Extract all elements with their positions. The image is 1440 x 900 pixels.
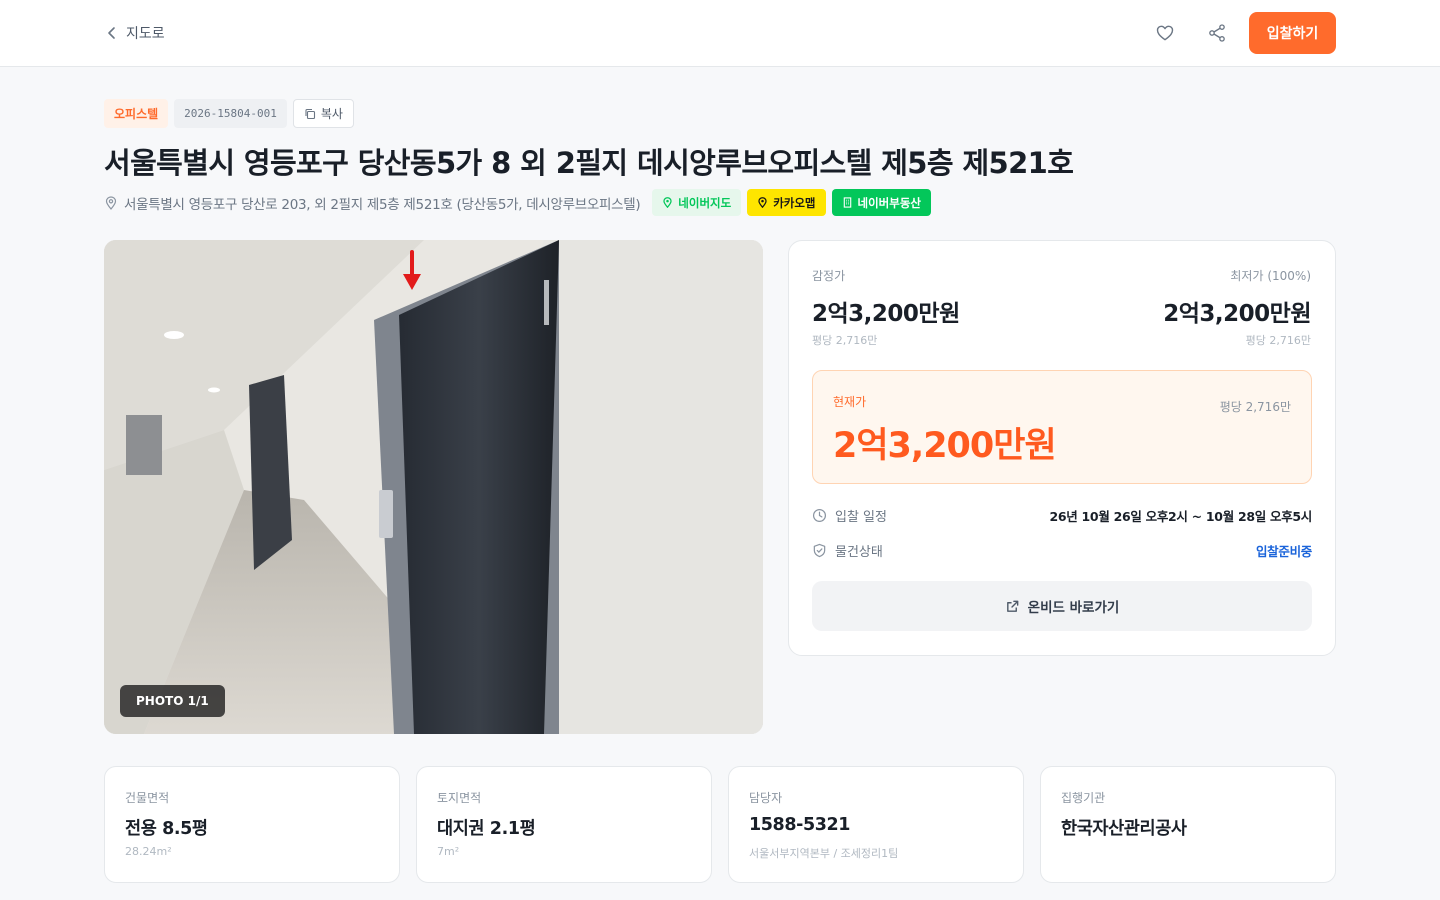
case-number: 2026-15804-001 — [174, 99, 287, 128]
hallway-photo-illustration — [104, 240, 763, 734]
address-row: 서울특별시 영등포구 당산로 203, 외 2필지 제5층 제521호 (당산동… — [104, 189, 931, 216]
back-to-map-link[interactable]: 지도로 — [104, 22, 165, 44]
status-row: 물건상태 입찰준비중 — [812, 540, 1312, 560]
card-value: 한국자산관리공사 — [1061, 819, 1187, 839]
copy-button[interactable]: 복사 — [292, 99, 354, 128]
card-subtext: 28.24m² — [125, 845, 172, 858]
current-price-box: 현재가 2억3,200만원 평당 2,716만 — [812, 370, 1312, 484]
card-value: 전용 8.5평 — [125, 819, 208, 839]
copy-label: 복사 — [320, 107, 343, 121]
bid-button[interactable]: 입찰하기 — [1249, 12, 1336, 54]
appraisal-value: 2억3,200만원 — [812, 301, 960, 327]
current-price-label: 현재가 — [833, 395, 867, 409]
chevron-left-icon — [108, 27, 115, 39]
favorite-button[interactable] — [1152, 20, 1178, 46]
current-price-value: 2억3,200만원 — [833, 426, 1057, 466]
external-link-icon — [1006, 600, 1019, 612]
building-area-card: 건물면적 전용 8.5평 28.24m² — [104, 766, 400, 883]
top-bar: 지도로 입찰하기 — [0, 0, 1440, 67]
card-value: 1588-5321 — [749, 815, 851, 835]
naver-map-label: 네이버지도 — [678, 195, 732, 210]
min-price-label: 최저가 (100%) — [1230, 269, 1311, 283]
back-label: 지도로 — [126, 26, 165, 42]
land-area-card: 토지면적 대지권 2.1평 7m² — [416, 766, 712, 883]
bid-schedule-value: 26년 10월 26일 오후2시 ~ 10월 28일 오후5시 — [1049, 508, 1312, 524]
naver-map-button[interactable]: 네이버지도 — [652, 189, 742, 216]
card-label: 건물면적 — [125, 791, 170, 805]
tag-row: 오피스텔 2026-15804-001 복사 — [104, 99, 354, 128]
copy-icon — [305, 108, 315, 119]
property-photo[interactable]: PHOTO 1/1 — [104, 240, 763, 734]
property-type-badge: 오피스텔 — [104, 99, 169, 128]
heart-icon — [1156, 25, 1174, 41]
price-card: 감정가 2억3,200만원 평당 2,716만 최저가 (100%) 2억3,2… — [788, 240, 1336, 656]
kakao-map-button[interactable]: 카카오맵 — [747, 189, 826, 216]
bid-schedule-label: 입찰 일정 — [835, 509, 887, 525]
card-label: 집행기관 — [1061, 791, 1106, 805]
building-icon — [843, 197, 851, 208]
naver-land-button[interactable]: 네이버부동산 — [831, 189, 931, 216]
clock-icon — [812, 508, 827, 522]
map-pin-icon — [758, 197, 767, 208]
address-text: 서울특별시 영등포구 당산로 203, 외 2필지 제5층 제521호 (당산동… — [124, 196, 641, 213]
agency-card: 집행기관 한국자산관리공사 — [1040, 766, 1336, 883]
onbid-link-button[interactable]: 온비드 바로가기 — [812, 581, 1312, 631]
map-pin-icon — [663, 197, 672, 208]
bid-schedule-row: 입찰 일정 26년 10월 26일 오후2시 ~ 10월 28일 오후5시 — [812, 505, 1312, 525]
kakao-map-label: 카카오맵 — [773, 195, 816, 210]
min-price-per-pyeong: 평당 2,716만 — [1245, 334, 1311, 347]
card-subtext: 서울서부지역본부 / 조세정리1팀 — [749, 847, 899, 860]
share-icon — [1209, 24, 1225, 42]
page-title: 서울특별시 영등포구 당산동5가 8 외 2필지 데시앙루브오피스텔 제5층 제… — [104, 146, 1074, 180]
status-label: 물건상태 — [835, 544, 883, 560]
status-badge: 입찰준비중 — [1255, 543, 1312, 559]
min-price-value: 2억3,200만원 — [1163, 301, 1311, 327]
appraisal-label: 감정가 — [812, 269, 846, 283]
onbid-link-label: 온비드 바로가기 — [1027, 600, 1120, 616]
card-label: 토지면적 — [437, 791, 482, 805]
appraisal-per-pyeong: 평당 2,716만 — [812, 334, 878, 347]
shield-check-icon — [813, 543, 826, 557]
contact-card: 담당자 1588-5321 서울서부지역본부 / 조세정리1팀 — [728, 766, 1024, 883]
card-value: 대지권 2.1평 — [437, 819, 536, 839]
address: 서울특별시 영등포구 당산로 203, 외 2필지 제5층 제521호 (당산동… — [104, 193, 641, 213]
naver-land-label: 네이버부동산 — [857, 195, 921, 210]
card-label: 담당자 — [749, 791, 783, 805]
photo-counter-badge: PHOTO 1/1 — [120, 685, 225, 717]
share-button[interactable] — [1204, 20, 1230, 46]
location-pin-icon — [105, 195, 117, 210]
current-price-per-pyeong: 평당 2,716만 — [1219, 400, 1291, 414]
card-subtext: 7m² — [437, 845, 460, 858]
